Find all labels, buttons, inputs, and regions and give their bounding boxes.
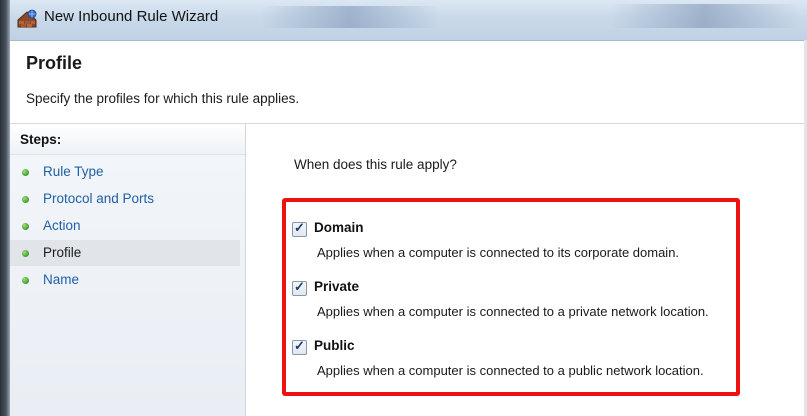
step-label: Profile: [43, 245, 82, 260]
step-name[interactable]: Name: [10, 267, 240, 293]
title-bar-glass: [610, 4, 800, 28]
step-bullet-icon: [22, 277, 29, 284]
checkmark-icon: ✓: [294, 279, 305, 294]
step-bullet-icon: [22, 223, 29, 230]
step-profile[interactable]: Profile: [10, 240, 240, 266]
profile-name[interactable]: Public: [314, 338, 355, 353]
profile-option-public: ✓ Public Applies when a computer is conn…: [292, 338, 742, 392]
private-checkbox[interactable]: ✓: [292, 279, 307, 296]
step-label: Rule Type: [43, 164, 104, 179]
step-protocol-and-ports[interactable]: Protocol and Ports: [10, 186, 240, 212]
profile-name[interactable]: Domain: [314, 220, 364, 235]
wizard-window: New Inbound Rule Wizard Profile Specify …: [0, 0, 807, 416]
step-bullet-icon: [22, 250, 29, 257]
profile-description: Applies when a computer is connected to …: [317, 245, 680, 260]
page-header: Profile Specify the profiles for which t…: [10, 41, 807, 124]
checkmark-icon: ✓: [294, 220, 305, 235]
steps-heading-label: Steps:: [20, 132, 62, 147]
step-action[interactable]: Action: [10, 213, 240, 239]
profile-name[interactable]: Private: [314, 279, 359, 294]
step-bullet-icon: [22, 169, 29, 176]
window-frame: [0, 0, 10, 416]
profile-description: Applies when a computer is connected to …: [317, 304, 709, 319]
page-description: Specify the profiles for which this rule…: [26, 91, 300, 106]
checkmark-icon: ✓: [294, 338, 305, 353]
domain-checkbox[interactable]: ✓: [292, 220, 307, 237]
steps-panel: Steps: Rule Type Protocol and Ports Acti…: [10, 124, 246, 416]
profile-option-domain: ✓ Domain Applies when a computer is conn…: [292, 220, 742, 274]
firewall-icon: [17, 9, 37, 28]
public-checkbox[interactable]: ✓: [292, 338, 307, 355]
step-bullet-icon: [22, 196, 29, 203]
step-label: Action: [43, 218, 81, 233]
step-label: Name: [43, 272, 80, 287]
page-title: Profile: [26, 53, 83, 73]
title-bar[interactable]: New Inbound Rule Wizard: [10, 0, 807, 41]
profile-description: Applies when a computer is connected to …: [317, 363, 704, 378]
window-title: New Inbound Rule Wizard: [44, 8, 219, 25]
title-bar-glass: [260, 6, 440, 28]
content-pane: When does this rule apply? ✓ Domain Appl…: [246, 124, 807, 416]
step-rule-type[interactable]: Rule Type: [10, 159, 240, 185]
step-label: Protocol and Ports: [43, 191, 155, 206]
profile-option-private: ✓ Private Applies when a computer is con…: [292, 279, 742, 333]
question-text: When does this rule apply?: [294, 157, 457, 172]
steps-heading: Steps:: [10, 124, 245, 155]
